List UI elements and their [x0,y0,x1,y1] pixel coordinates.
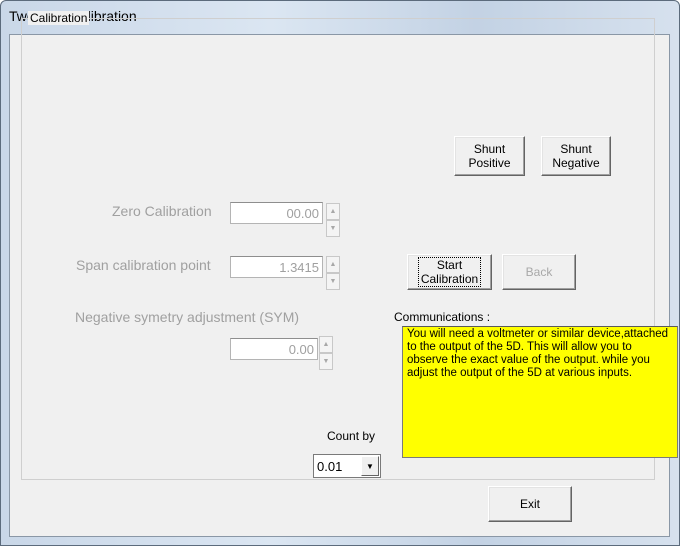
spin-down-arrow-icon[interactable]: ▼ [319,353,333,370]
spin-up-arrow-icon[interactable]: ▲ [326,203,340,220]
back-button[interactable]: Back [502,254,576,290]
spin-down-arrow-icon[interactable]: ▼ [326,273,340,290]
sym-adjustment-label: Negative symetry adjustment (SYM) [75,309,300,325]
sym-adjustment-field[interactable]: 0.00 [230,338,318,360]
communications-textbox[interactable]: You will need a voltmeter or similar dev… [402,326,678,458]
spin-down-arrow-icon[interactable]: ▼ [326,220,340,237]
span-calibration-field[interactable]: 1.3415 [230,256,323,278]
calibration-group-label: Calibration [28,11,90,25]
span-calibration-label: Span calibration point [76,257,211,273]
exit-button[interactable]: Exit [488,486,572,522]
spin-up-arrow-icon[interactable]: ▲ [326,256,340,273]
start-calibration-label: Start Calibration [417,257,482,287]
count-by-value: 0.01 [317,459,343,474]
count-by-dropdown[interactable]: 0.01 ▼ [313,454,381,478]
chevron-down-icon[interactable]: ▼ [361,456,379,476]
spin-up-arrow-icon[interactable]: ▲ [319,336,333,353]
zero-calibration-spinner[interactable]: ▲ ▼ [326,203,340,237]
shunt-negative-button[interactable]: Shunt Negative [541,136,611,176]
sym-adjustment-spinner[interactable]: ▲ ▼ [319,336,333,370]
communications-label: Communications : [394,310,491,324]
shunt-positive-button[interactable]: Shunt Positive [454,136,525,176]
start-calibration-button[interactable]: Start Calibration [407,254,492,290]
zero-calibration-label: Zero Calibration [112,203,212,219]
count-by-label: Count by [327,429,376,443]
span-calibration-spinner[interactable]: ▲ ▼ [326,256,340,290]
zero-calibration-field[interactable]: 00.00 [230,202,323,224]
